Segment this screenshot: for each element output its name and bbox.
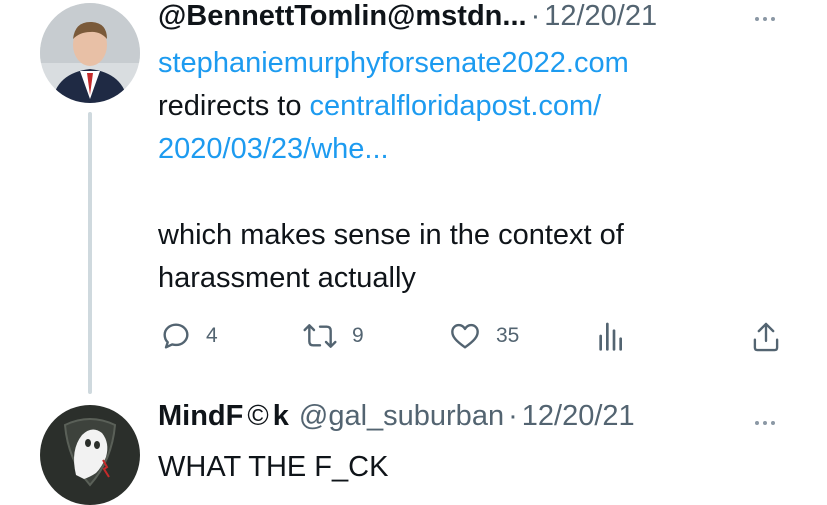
body-text: which makes sense in the context of <box>158 219 624 251</box>
more-icon[interactable] <box>755 17 775 21</box>
link[interactable]: 2020/03/23/whe... <box>158 133 389 165</box>
retweet-button[interactable]: 9 <box>302 320 364 352</box>
link[interactable]: stephaniemurphyforsenate2022.com <box>158 47 629 79</box>
tweet-actions: 4 9 35 <box>0 320 827 356</box>
analytics-icon <box>599 322 622 351</box>
tweet-date[interactable]: 12/20/21 <box>522 400 635 433</box>
body-text: harassment actually <box>158 262 416 294</box>
more-icon[interactable] <box>755 421 775 425</box>
user-handle[interactable]: @gal_suburban <box>299 400 504 433</box>
avatar[interactable] <box>40 405 140 505</box>
share-button[interactable] <box>750 320 782 354</box>
copyright-symbol: © <box>247 400 269 432</box>
profile-photo-icon <box>40 3 140 103</box>
tweet-body: WHAT THE F_CK <box>158 451 389 483</box>
link[interactable]: centralfloridapost.com/ <box>310 90 602 122</box>
display-name[interactable]: @BennettTomlin@mstdn... <box>158 0 527 33</box>
like-button[interactable]: 35 <box>448 320 519 352</box>
tweet-header: @BennettTomlin@mstdn... · 12/20/21 <box>158 0 657 34</box>
body-text: redirects to <box>158 90 310 122</box>
retweet-count: 9 <box>352 324 364 347</box>
analytics-button[interactable] <box>596 320 624 352</box>
avatar[interactable] <box>40 3 140 103</box>
share-icon <box>753 322 779 352</box>
reply-icon <box>163 323 189 349</box>
reply-count: 4 <box>206 324 218 347</box>
like-count: 35 <box>496 324 520 347</box>
display-name[interactable]: MindF © k <box>158 400 289 433</box>
ghost-avatar-icon <box>40 405 140 505</box>
like-icon <box>451 323 479 349</box>
tweet-header: MindF © k @gal_suburban · 12/20/21 <box>158 400 635 436</box>
reply-button[interactable]: 4 <box>160 320 218 352</box>
retweet-icon <box>303 324 337 348</box>
separator-dot: · <box>530 0 541 32</box>
separator-dot: · <box>508 400 518 432</box>
tweet-date[interactable]: 12/20/21 <box>544 0 657 33</box>
tweet-body: stephaniemurphyforsenate2022.com redirec… <box>158 42 798 300</box>
